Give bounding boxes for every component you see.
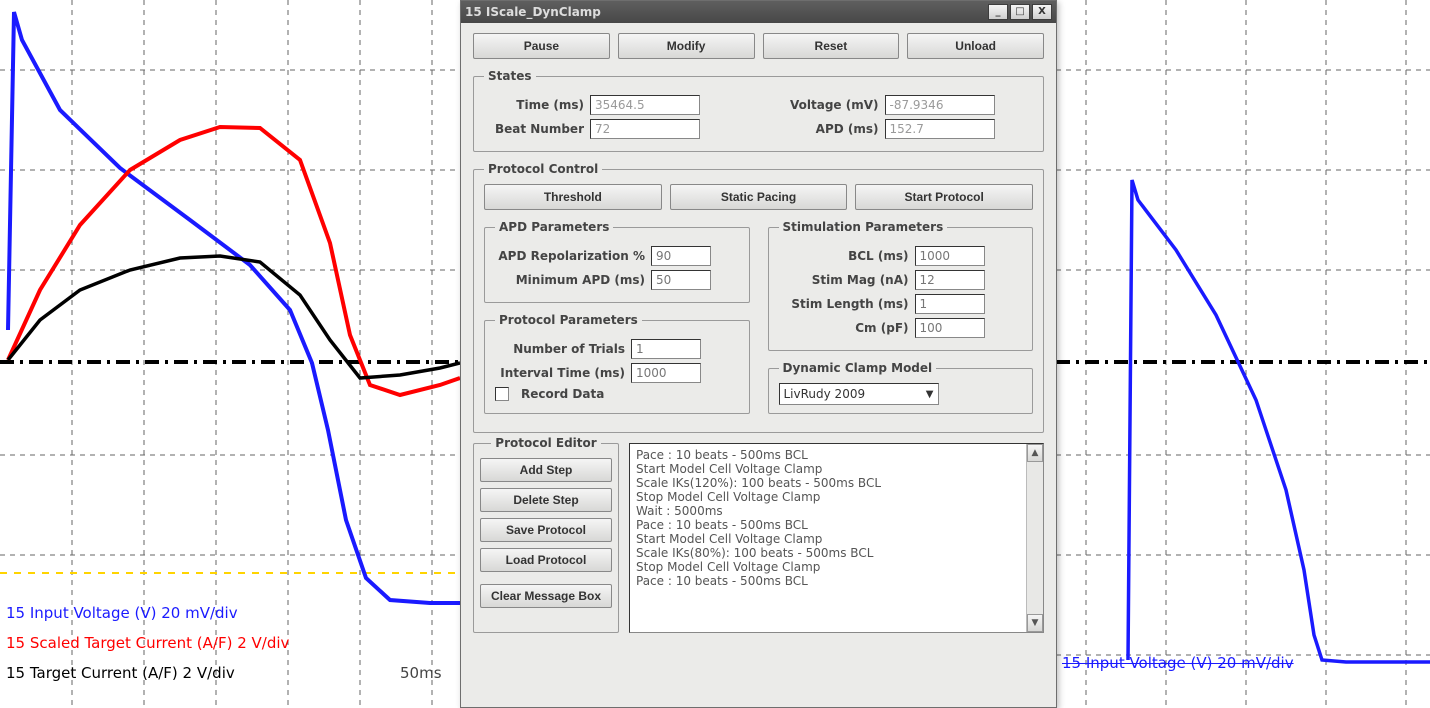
modify-button[interactable]: Modify [618,33,755,59]
dynclamp-window: 15 IScale_DynClamp _ □ X Pause Modify Re… [460,0,1057,708]
protocol-editor-legend: Protocol Editor [491,436,600,450]
model-select[interactable]: LivRudy 2009 ▼ [779,383,939,405]
minimize-button[interactable]: _ [988,4,1008,20]
record-data-checkbox[interactable] [495,387,509,401]
pause-button[interactable]: Pause [473,33,610,59]
delete-step-button[interactable]: Delete Step [480,488,612,512]
close-button[interactable]: X [1032,4,1052,20]
message-line: Pace : 10 beats - 500ms BCL [636,448,1037,462]
message-box[interactable]: Pace : 10 beats - 500ms BCLStart Model C… [629,443,1044,633]
scroll-down-icon[interactable]: ▼ [1027,614,1043,632]
protocol-control-legend: Protocol Control [484,162,602,176]
voltage-label: Voltage (mV) [769,98,879,112]
cm-input[interactable] [915,318,985,338]
static-pacing-button[interactable]: Static Pacing [670,184,848,210]
trials-label: Number of Trials [495,342,625,356]
bcl-input[interactable] [915,246,985,266]
model-legend: Dynamic Clamp Model [779,361,937,375]
legend-input-voltage: 15 Input Voltage (V) 20 mV/div [6,604,238,622]
chevron-down-icon: ▼ [926,389,934,400]
model-select-value: LivRudy 2009 [784,387,866,401]
stim-mag-label: Stim Mag (nA) [779,273,909,287]
message-line: Start Model Cell Voltage Clamp [636,462,1037,476]
states-group: States Time (ms) Beat Number Voltage (mV… [473,69,1044,152]
states-legend: States [484,69,536,83]
threshold-button[interactable]: Threshold [484,184,662,210]
maximize-button[interactable]: □ [1010,4,1030,20]
window-title: 15 IScale_DynClamp [465,5,601,19]
apd-label: APD (ms) [769,122,879,136]
voltage-field [885,95,995,115]
titlebar[interactable]: 15 IScale_DynClamp _ □ X [461,1,1056,23]
apd-repol-label: APD Repolarization % [495,249,645,263]
message-line: Stop Model Cell Voltage Clamp [636,560,1037,574]
right-oscilloscope: 15 Input Voltage (V) 20 mV/div [1056,0,1430,706]
beat-label: Beat Number [484,122,584,136]
interval-label: Interval Time (ms) [495,366,625,380]
stim-length-label: Stim Length (ms) [779,297,909,311]
protocol-control-group: Protocol Control Threshold Static Pacing… [473,162,1044,433]
protocol-params-legend: Protocol Parameters [495,313,642,327]
stim-mag-input[interactable] [915,270,985,290]
beat-field [590,119,700,139]
load-protocol-button[interactable]: Load Protocol [480,548,612,572]
trials-input[interactable] [631,339,701,359]
message-line: Start Model Cell Voltage Clamp [636,532,1037,546]
clear-message-button[interactable]: Clear Message Box [480,584,612,608]
apd-repol-input[interactable] [651,246,711,266]
interval-input[interactable] [631,363,701,383]
legend-scaled-target: 15 Scaled Target Current (A/F) 2 V/div [6,634,289,652]
message-line: Scale IKs(120%): 100 beats - 500ms BCL [636,476,1037,490]
apd-params-legend: APD Parameters [495,220,613,234]
stim-length-input[interactable] [915,294,985,314]
bcl-label: BCL (ms) [779,249,909,263]
unload-button[interactable]: Unload [907,33,1044,59]
scroll-up-icon[interactable]: ▲ [1027,444,1043,462]
min-apd-label: Minimum APD (ms) [495,273,645,287]
stim-params-legend: Stimulation Parameters [779,220,948,234]
start-protocol-button[interactable]: Start Protocol [855,184,1033,210]
time-field [590,95,700,115]
add-step-button[interactable]: Add Step [480,458,612,482]
scrollbar-vertical[interactable]: ▲ ▼ [1026,444,1043,632]
protocol-parameters-group: Protocol Parameters Number of Trials Int… [484,313,750,414]
save-protocol-button[interactable]: Save Protocol [480,518,612,542]
protocol-editor-group: Protocol Editor Add Step Delete Step Sav… [473,443,619,633]
left-oscilloscope: 15 Input Voltage (V) 20 mV/div 15 Scaled… [0,0,460,706]
record-data-label: Record Data [521,387,604,401]
stimulation-parameters-group: Stimulation Parameters BCL (ms) Stim Mag… [768,220,1034,351]
message-line: Pace : 10 beats - 500ms BCL [636,574,1037,588]
reset-button[interactable]: Reset [763,33,900,59]
x-tick-label: 50ms [400,664,442,682]
cm-label: Cm (pF) [779,321,909,335]
dynamic-clamp-model-group: Dynamic Clamp Model LivRudy 2009 ▼ [768,361,1034,414]
message-line: Stop Model Cell Voltage Clamp [636,490,1037,504]
legend-input-voltage-right: 15 Input Voltage (V) 20 mV/div [1062,654,1294,672]
min-apd-input[interactable] [651,270,711,290]
message-line: Wait : 5000ms [636,504,1037,518]
apd-field [885,119,995,139]
apd-parameters-group: APD Parameters APD Repolarization % Mini… [484,220,750,303]
message-line: Pace : 10 beats - 500ms BCL [636,518,1037,532]
time-label: Time (ms) [484,98,584,112]
message-line: Scale IKs(80%): 100 beats - 500ms BCL [636,546,1037,560]
legend-target: 15 Target Current (A/F) 2 V/div [6,664,235,682]
